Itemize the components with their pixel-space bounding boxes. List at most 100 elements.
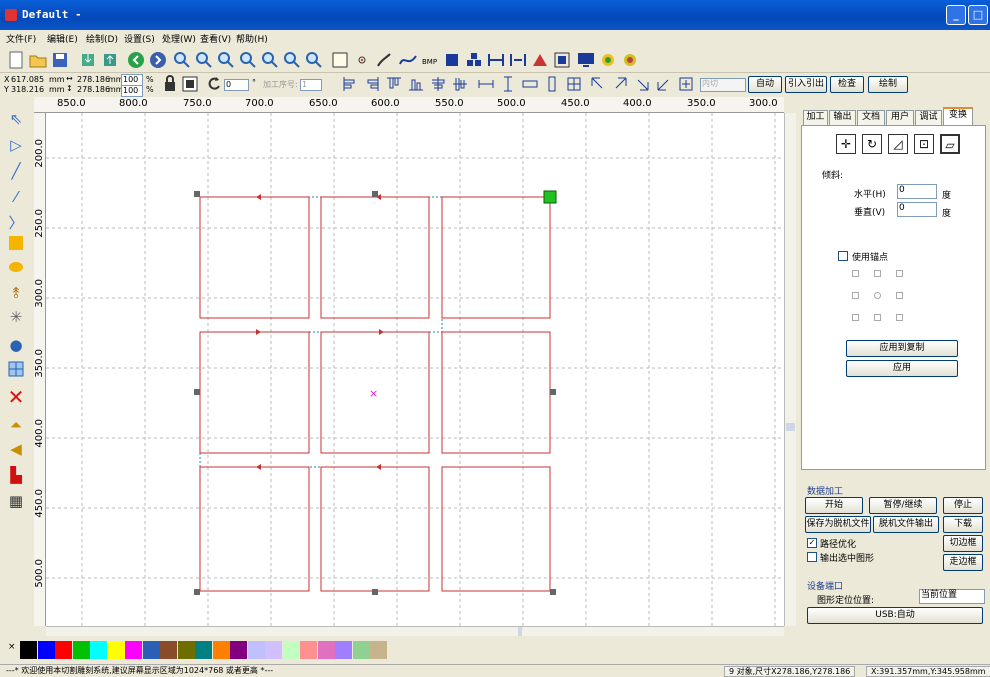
new-file-icon[interactable] bbox=[6, 50, 26, 70]
vertical-skew-input[interactable]: 0 bbox=[897, 202, 937, 217]
zoom-previous-icon[interactable] bbox=[304, 50, 324, 70]
offline-output-button[interactable]: 脱机文件输出 bbox=[873, 516, 939, 533]
mirror-h-icon[interactable]: ⏶ bbox=[5, 414, 27, 436]
zoom-page-icon[interactable] bbox=[260, 50, 280, 70]
align-hcenter-icon[interactable] bbox=[428, 74, 448, 94]
align-right-icon[interactable] bbox=[362, 74, 382, 94]
color-swatch[interactable] bbox=[247, 641, 265, 659]
color-swatch[interactable] bbox=[300, 641, 317, 659]
color-swatch[interactable] bbox=[37, 641, 55, 659]
laser-icon[interactable] bbox=[530, 50, 550, 70]
tab-transform[interactable]: 变换 bbox=[943, 107, 973, 125]
grid-tool-icon[interactable] bbox=[5, 360, 27, 382]
anchor-point[interactable] bbox=[896, 314, 903, 321]
curve-tool-icon[interactable]: 〉 bbox=[5, 212, 27, 234]
anchor-point[interactable] bbox=[874, 292, 881, 299]
tab-process[interactable]: 加工 bbox=[803, 110, 828, 125]
undo-icon[interactable] bbox=[126, 50, 146, 70]
menu-draw[interactable]: 绘制(D) bbox=[86, 32, 118, 45]
tab-user[interactable]: 用户 bbox=[886, 110, 914, 125]
select-rect-icon[interactable] bbox=[330, 50, 350, 70]
angle-input[interactable]: 0 bbox=[224, 79, 249, 91]
anchor-point[interactable] bbox=[896, 292, 903, 299]
download-button[interactable]: 下载 bbox=[943, 516, 983, 533]
align-icon[interactable] bbox=[464, 50, 484, 70]
line-tool-icon[interactable]: ╱ bbox=[5, 160, 27, 182]
bitmap-icon[interactable]: BMP bbox=[420, 50, 440, 70]
color-swatch[interactable] bbox=[265, 641, 282, 659]
anchor-point[interactable] bbox=[874, 270, 881, 277]
hscroll-thumb[interactable] bbox=[518, 627, 522, 636]
menu-edit[interactable]: 编辑(E) bbox=[47, 32, 78, 45]
tab-debug[interactable]: 调试 bbox=[915, 110, 942, 125]
cut-mode-select[interactable]: 内切 bbox=[700, 78, 746, 92]
rect-tool-icon[interactable] bbox=[442, 50, 462, 70]
menu-process[interactable]: 处理(W) bbox=[162, 32, 196, 45]
corner-tl-icon[interactable] bbox=[588, 74, 608, 94]
anchor-point[interactable] bbox=[852, 314, 859, 321]
bitmap-tool-icon[interactable]: ● bbox=[5, 334, 27, 356]
zoom-window-icon[interactable] bbox=[216, 50, 236, 70]
corner-br-icon[interactable] bbox=[632, 74, 652, 94]
vscroll-thumb[interactable] bbox=[786, 423, 795, 431]
menu-view[interactable]: 查看(V) bbox=[200, 32, 231, 45]
center-icon[interactable] bbox=[676, 74, 696, 94]
corner-tr-icon[interactable] bbox=[610, 74, 630, 94]
menu-file[interactable]: 文件(F) bbox=[6, 32, 36, 45]
anchor-checkbox[interactable] bbox=[838, 251, 848, 261]
color-swatch[interactable] bbox=[125, 641, 142, 659]
distribute-v-icon[interactable] bbox=[508, 50, 528, 70]
same-width-icon[interactable] bbox=[476, 74, 496, 94]
path-optimize-checkbox[interactable]: ✓ bbox=[807, 538, 817, 548]
color-swatch[interactable] bbox=[335, 641, 352, 659]
mirror-icon[interactable] bbox=[180, 74, 200, 94]
minimize-button[interactable]: _ bbox=[946, 5, 966, 25]
node-edit-icon[interactable] bbox=[352, 50, 372, 70]
lock-icon[interactable] bbox=[160, 74, 180, 94]
move-icon[interactable]: ✛ bbox=[836, 134, 856, 154]
save-offline-button[interactable]: 保存为脱机文件 bbox=[805, 516, 871, 533]
check-button[interactable]: 检查 bbox=[830, 76, 864, 93]
node-select-icon[interactable]: ▷ bbox=[5, 134, 27, 156]
pause-continue-button[interactable]: 暂停/继续 bbox=[869, 497, 937, 514]
same-size-v-icon[interactable] bbox=[542, 74, 562, 94]
mirror-v-icon[interactable]: ◀ bbox=[5, 438, 27, 460]
polyline-tool-icon[interactable]: ⁄ bbox=[5, 186, 27, 208]
no-color-icon[interactable]: × bbox=[8, 642, 16, 652]
import-icon[interactable] bbox=[78, 50, 98, 70]
zoom-selected-icon[interactable] bbox=[282, 50, 302, 70]
draw-button[interactable]: 绘制 bbox=[868, 76, 908, 93]
rotate-transform-icon[interactable]: ↻ bbox=[862, 134, 882, 154]
output-selected-checkbox[interactable] bbox=[807, 552, 817, 562]
menu-settings[interactable]: 设置(S) bbox=[124, 32, 155, 45]
walk-frame-button[interactable]: 走边框 bbox=[943, 554, 983, 571]
color-swatch[interactable] bbox=[142, 641, 160, 659]
array-grid-icon[interactable]: ▦ bbox=[5, 490, 27, 512]
open-folder-icon[interactable] bbox=[28, 50, 48, 70]
order-input[interactable]: 1 bbox=[300, 79, 322, 91]
flag-icon[interactable]: ▙ bbox=[5, 464, 27, 486]
anchor-point[interactable] bbox=[852, 270, 859, 277]
skew-transform-icon[interactable]: ▱ bbox=[940, 134, 960, 154]
color-swatch[interactable] bbox=[177, 641, 195, 659]
array-icon[interactable] bbox=[552, 50, 572, 70]
monitor-icon[interactable] bbox=[576, 50, 596, 70]
cut-frame-button[interactable]: 切边框 bbox=[943, 535, 983, 552]
width-value[interactable]: 278.186 bbox=[77, 75, 110, 84]
height-value[interactable]: 278.186 bbox=[77, 85, 110, 94]
same-size-h-icon[interactable] bbox=[520, 74, 540, 94]
align-vcenter-icon[interactable] bbox=[450, 74, 470, 94]
size-transform-icon[interactable]: ⊡ bbox=[914, 134, 934, 154]
menu-help[interactable]: 帮助(H) bbox=[236, 32, 268, 45]
curve-icon[interactable] bbox=[398, 50, 418, 70]
zoom-all-icon[interactable] bbox=[238, 50, 258, 70]
position-select[interactable]: 当前位置 bbox=[919, 589, 985, 604]
vertical-scrollbar[interactable] bbox=[784, 113, 796, 626]
tab-output[interactable]: 输出 bbox=[829, 110, 856, 125]
select-arrow-icon[interactable]: ⇖ bbox=[5, 108, 27, 130]
stop-button[interactable]: 停止 bbox=[943, 497, 983, 514]
sparkle-alt-icon[interactable] bbox=[620, 50, 640, 70]
apply-button[interactable]: 应用 bbox=[846, 360, 958, 377]
rectangle-tool-icon[interactable] bbox=[5, 234, 27, 256]
color-swatch[interactable] bbox=[107, 641, 125, 659]
